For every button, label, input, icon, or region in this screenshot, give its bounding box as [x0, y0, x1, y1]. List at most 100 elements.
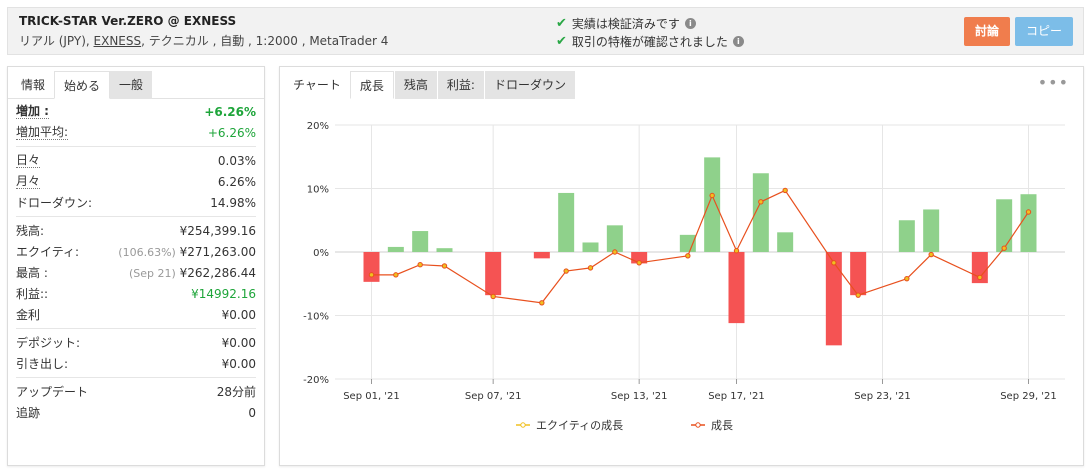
growth-point: [612, 249, 618, 255]
growth-point: [904, 275, 910, 282]
stat-interest: 金利 ¥0.00: [16, 304, 256, 325]
growth-bar: [1020, 194, 1037, 252]
growth-point: [441, 263, 448, 269]
stat-label: 月々: [16, 174, 41, 189]
stat-daily: 日々 0.03%: [16, 150, 256, 171]
account-title: TRICK-STAR Ver.ZERO @ EXNESS: [19, 14, 237, 28]
check-icon: ✔: [556, 33, 567, 49]
equity-percent: (106.63%): [118, 245, 176, 259]
stat-label: 追跡: [16, 405, 41, 420]
stat-value: ¥0.00: [221, 335, 256, 350]
growth-bar: [412, 231, 429, 252]
tab-balance[interactable]: 残高: [394, 71, 437, 99]
growth-point: [636, 260, 642, 266]
y-tick-label: 0%: [313, 248, 329, 259]
growth-point: [563, 268, 569, 274]
y-tick-label: -10%: [303, 312, 329, 323]
stat-avg-gain: 増加平均: +6.26%: [16, 122, 256, 143]
stat-label: エクイティ:: [16, 244, 80, 259]
growth-bar: [923, 209, 940, 252]
stat-value: 0: [248, 405, 256, 420]
stat-label: 最高 :: [16, 265, 48, 280]
stat-balance: 残高: ¥254,399.16: [16, 220, 256, 241]
stats-list: 増加 : +6.26% 増加平均: +6.26% 日々 0.03% 月々 6.26% ド…: [8, 101, 264, 423]
chart-panel: チャート 成長 残高 利益: ドローダウン ••• 20% 10% 0% -10% -2…: [279, 66, 1084, 466]
divider: [16, 377, 256, 378]
growth-bar: [898, 220, 915, 252]
growth-point: [855, 292, 861, 298]
growth-point: [733, 248, 740, 254]
account-currency: リアル (JPY),: [19, 34, 94, 48]
track-record-verified: 実績は検証済みです: [571, 16, 680, 31]
stat-profit: 利益:: ¥14992.16: [16, 283, 256, 304]
growth-bar: [606, 225, 623, 252]
stat-value: 14.98%: [210, 195, 256, 210]
account-details: , テクニカル , 自動 , 1:2000 , MetaTrader 4: [141, 34, 389, 48]
stat-label: アップデート: [16, 384, 89, 399]
stat-label: デポジット:: [16, 335, 81, 350]
divider: [16, 146, 256, 147]
discuss-button[interactable]: 討論: [964, 17, 1010, 46]
growth-point: [1025, 209, 1032, 215]
growth-point: [539, 300, 545, 306]
info-icon[interactable]: i: [732, 35, 744, 47]
info-icon[interactable]: i: [684, 17, 696, 29]
growth-point: [368, 272, 375, 278]
growth-point: [977, 274, 983, 281]
stat-value: 0.03%: [217, 153, 256, 168]
y-tick-label: 20%: [307, 121, 329, 132]
y-tick-label: 10%: [307, 185, 329, 196]
x-tick-label: Sep 23, '21: [854, 391, 911, 402]
growth-point: [782, 187, 788, 194]
stat-label: 増加 :: [16, 104, 49, 119]
x-tick-label: Sep 17, '21: [708, 391, 765, 402]
stat-label: 残高:: [16, 223, 45, 238]
stat-highest: 最高 : (Sep 21) ¥262,286.44: [16, 262, 256, 283]
stat-value: ¥262,286.44: [179, 265, 256, 280]
stat-value: ¥14992.16: [191, 286, 256, 301]
growth-bar: [533, 252, 550, 259]
growth-bar: [728, 252, 745, 324]
tab-chart[interactable]: チャート: [284, 71, 350, 99]
growth-bar: [582, 242, 599, 252]
growth-bar: [387, 246, 404, 252]
y-tick-label: -20%: [303, 375, 329, 386]
more-options-icon[interactable]: •••: [1038, 73, 1069, 92]
divider: [16, 216, 256, 217]
tab-growth[interactable]: 成長: [349, 71, 394, 99]
growth-point: [685, 253, 691, 259]
x-tick-label: Sep 13, '21: [611, 391, 668, 402]
stat-label: 引き出し:: [16, 356, 69, 371]
growth-point: [758, 199, 764, 205]
stat-equity: エクイティ: (106.63%) ¥271,263.00: [16, 241, 256, 262]
growth-bar: [825, 252, 842, 346]
stat-value: +6.26%: [204, 104, 256, 119]
stat-label: 利益::: [16, 286, 49, 301]
account-subtitle: リアル (JPY), EXNESS, テクニカル , 自動 , 1:2000 ,…: [19, 32, 388, 49]
growth-bar: [436, 248, 453, 252]
stat-withdrawals: 引き出し: ¥0.00: [16, 353, 256, 374]
growth-point: [1001, 245, 1007, 251]
growth-point: [831, 260, 837, 266]
growth-point: [587, 265, 594, 271]
tab-start[interactable]: 始める: [54, 71, 111, 99]
x-tick-label: Sep 01, '21: [343, 391, 400, 402]
growth-point: [393, 272, 399, 278]
copy-button[interactable]: コピー: [1015, 17, 1073, 46]
stat-label: ドローダウン:: [16, 195, 93, 210]
tab-info[interactable]: 情報: [12, 71, 54, 99]
stat-tracking: 追跡 0: [16, 402, 256, 423]
growth-bar: [558, 192, 575, 252]
legend-equity-marker: [520, 422, 526, 428]
stat-value: ¥254,399.16: [179, 223, 256, 238]
tab-drawdown[interactable]: ドローダウン: [484, 71, 575, 99]
tab-general[interactable]: 一般: [110, 71, 153, 99]
broker-link[interactable]: EXNESS: [94, 34, 142, 48]
growth-bar: [704, 157, 721, 252]
tab-profit[interactable]: 利益:: [437, 71, 484, 99]
stat-value: ¥0.00: [221, 307, 256, 322]
stats-tabs: 情報 始める 一般: [8, 67, 264, 99]
divider: [16, 328, 256, 329]
growth-point: [709, 192, 715, 199]
x-tick-label: Sep 07, '21: [465, 391, 522, 402]
